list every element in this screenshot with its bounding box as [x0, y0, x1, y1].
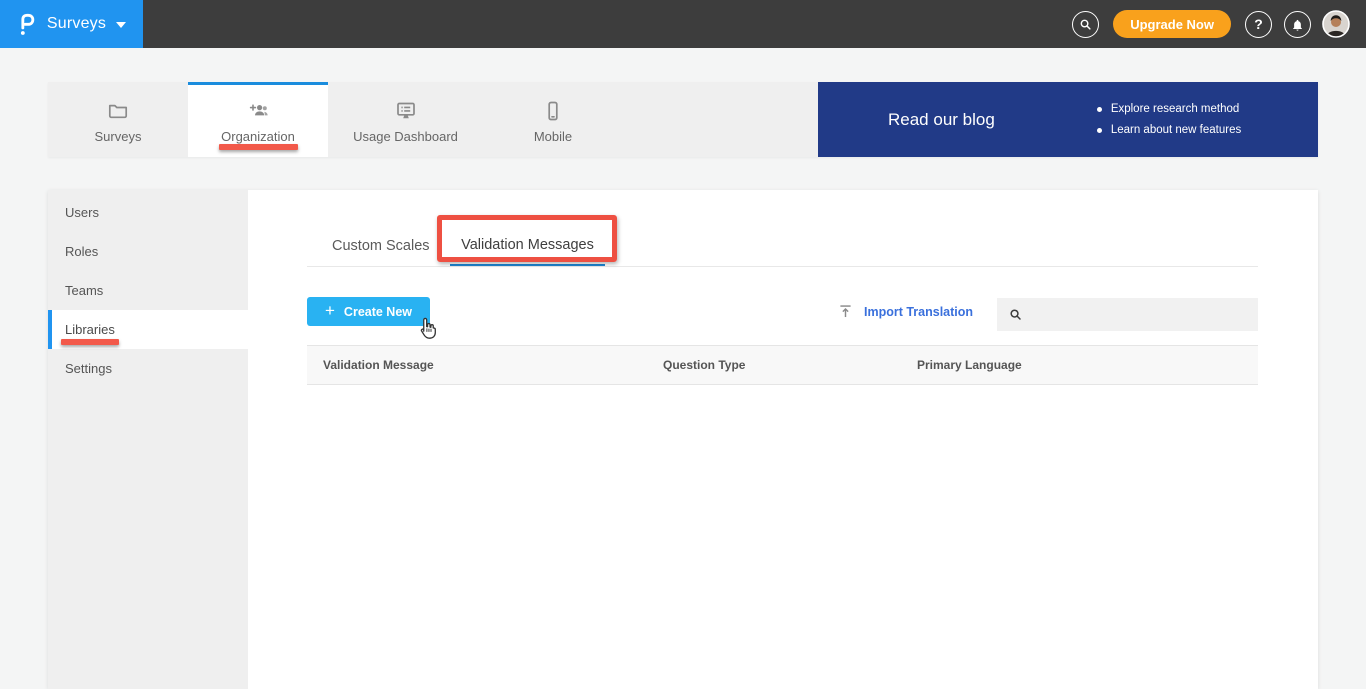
app-switcher[interactable]: Surveys — [0, 0, 143, 48]
bell-icon — [1290, 17, 1305, 32]
blog-title: Read our blog — [888, 109, 995, 129]
column-header-primary-language: Primary Language — [917, 358, 1022, 372]
folder-icon — [106, 99, 130, 123]
cursor-pointer-icon — [414, 316, 440, 342]
blog-bullet: Learn about new features — [1095, 120, 1241, 141]
validation-table-header: Validation Message Question Type Primary… — [307, 345, 1258, 385]
brand-label: Surveys — [46, 15, 107, 32]
annotation-underline-libraries — [61, 339, 119, 345]
dashboard-monitor-icon — [394, 99, 418, 123]
help-button[interactable]: ? — [1245, 10, 1272, 38]
annotation-underline-organization — [219, 144, 298, 150]
nav-tab-usage-dashboard[interactable]: Usage Dashboard — [328, 82, 483, 157]
nav-tab-label: Surveys — [94, 128, 142, 144]
tab-custom-scales[interactable]: Custom Scales — [332, 225, 430, 266]
create-new-label: Create New — [343, 304, 413, 319]
avatar[interactable] — [1322, 10, 1350, 38]
sidebar-item-teams[interactable]: Teams — [48, 271, 248, 310]
search-icon — [1008, 307, 1023, 322]
questionpro-logo-icon — [17, 11, 37, 38]
upload-icon — [837, 303, 854, 320]
sidebar-item-users[interactable]: Users — [48, 193, 248, 232]
nav-tab-surveys[interactable]: Surveys — [48, 82, 188, 157]
tab-divider — [307, 266, 1258, 267]
topbar: Surveys Upgrade Now ? — [0, 0, 1366, 48]
blog-bullet-list: Explore research method Learn about new … — [1095, 99, 1241, 141]
nav-tab-label: Usage Dashboard — [353, 128, 458, 144]
topbar-actions: Upgrade Now ? — [1072, 10, 1366, 38]
org-sidebar: Users Roles Teams Libraries Settings — [48, 190, 248, 689]
sidebar-item-settings[interactable]: Settings — [48, 349, 248, 388]
upgrade-now-button[interactable]: Upgrade Now — [1113, 10, 1231, 38]
blog-bullet: Explore research method — [1095, 99, 1241, 120]
mobile-phone-icon — [541, 99, 565, 123]
tab-validation-messages[interactable]: Validation Messages — [450, 225, 605, 267]
column-header-question-type: Question Type — [663, 358, 746, 372]
nav-tab-label: Organization — [221, 128, 295, 144]
column-header-validation-message: Validation Message — [323, 358, 434, 372]
chevron-down-icon — [116, 22, 127, 28]
module-nav: Surveys Organization Usage Dashboard Mob… — [48, 82, 1318, 157]
create-new-button[interactable]: + Create New — [307, 297, 430, 326]
sidebar-item-roles[interactable]: Roles — [48, 232, 248, 271]
search-button[interactable] — [1072, 10, 1100, 38]
nav-tab-label: Mobile — [533, 128, 573, 144]
table-search — [997, 298, 1258, 331]
plus-icon: + — [324, 300, 335, 320]
import-translation-label: Import Translation — [864, 304, 974, 319]
notifications-button[interactable] — [1284, 10, 1311, 38]
question-mark-icon: ? — [1254, 16, 1263, 32]
main-panel: Users Roles Teams Libraries Settings Cus… — [48, 190, 1318, 689]
organization-people-icon — [246, 99, 270, 123]
search-input[interactable] — [1031, 307, 1247, 322]
nav-tab-mobile[interactable]: Mobile — [483, 82, 623, 157]
blog-promo-panel[interactable]: Read our blog Explore research method Le… — [818, 82, 1318, 157]
search-icon — [1078, 17, 1093, 32]
import-translation-link[interactable]: Import Translation — [837, 303, 973, 320]
